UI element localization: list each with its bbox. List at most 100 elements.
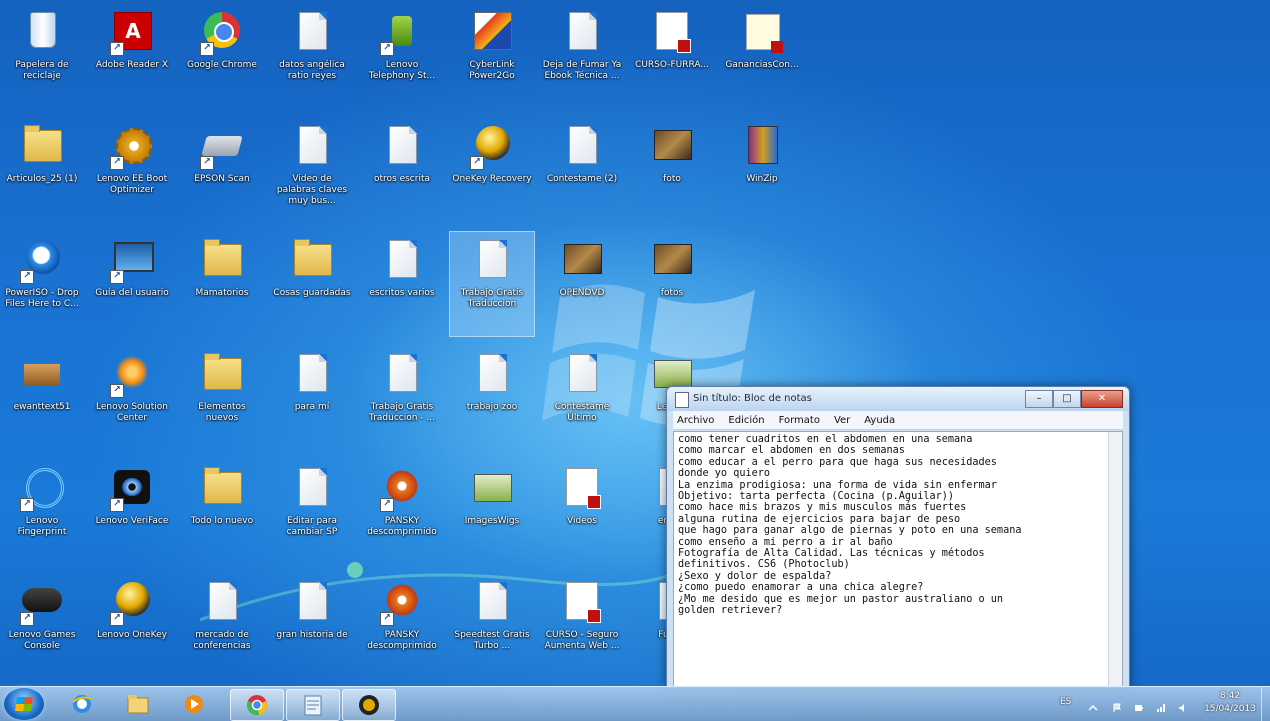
menu-ayuda[interactable]: Ayuda <box>864 415 895 426</box>
start-button[interactable] <box>4 688 44 720</box>
notepad-content[interactable]: como tener cuadritos en el abdomen en un… <box>674 432 1108 686</box>
shortcut-arrow-icon: ↗ <box>110 498 124 512</box>
desktop-icon-label: escritos varios <box>369 288 435 298</box>
desktop-icon-label: Lenovo VeriFace <box>95 516 169 526</box>
menu-edicion[interactable]: Edición <box>728 415 764 426</box>
shortcut-arrow-icon: ↗ <box>110 156 124 170</box>
desktop-icon[interactable]: Editar para cambiar SP <box>270 460 354 564</box>
desktop-icon[interactable]: Mamatorios <box>180 232 264 336</box>
desktop-icon[interactable]: fotos <box>630 232 714 336</box>
doc-glyph <box>299 354 327 392</box>
taskbar-item-internet-explorer[interactable] <box>56 689 108 719</box>
desktop-icon[interactable]: escritos varios <box>360 232 444 336</box>
desktop-icon[interactable]: ↗ Lenovo Games Console <box>0 574 84 678</box>
desktop-icon[interactable]: ↗ Lenovo EE Boot Optimizer <box>90 118 174 222</box>
desktop-icon[interactable]: Contestame Último <box>540 346 624 450</box>
desktop-icon[interactable]: Videos <box>540 460 624 564</box>
desktop-icon-label: Google Chrome <box>187 60 257 70</box>
battery-icon[interactable] <box>1134 698 1144 711</box>
taskbar-item-media-player[interactable] <box>168 689 220 719</box>
taskbar-item-onekey[interactable] <box>342 689 396 721</box>
folder-glyph <box>24 125 62 162</box>
desktop-icon-label: otros escrita <box>373 174 430 184</box>
recycle-glyph <box>30 12 56 48</box>
desktop-icon[interactable]: Elementos nuevos <box>180 346 264 450</box>
clock-date: 15/04/2013 <box>1204 704 1256 714</box>
desktop-icon[interactable]: ImagesWigs <box>450 460 534 564</box>
desktop-icon[interactable]: ↗ PANSKY descomprimido <box>360 460 444 564</box>
desktop-icon[interactable]: Video de palabras claves muy bus... <box>270 118 354 222</box>
desktop-icon-label: Adobe Reader X <box>95 60 169 70</box>
minimize-button[interactable]: – <box>1025 390 1053 408</box>
flag-icon[interactable] <box>1112 698 1122 712</box>
network-icon[interactable] <box>1156 698 1166 712</box>
desktop-icon[interactable]: ↗ Lenovo OneKey <box>90 574 174 678</box>
doc-glyph <box>299 468 327 506</box>
desktop-icon-label: Lenovo OneKey <box>97 630 167 640</box>
desktop-icon[interactable]: ↗ Lenovo Telephony St... <box>360 4 444 108</box>
desktop-icon[interactable]: Todo lo nuevo <box>180 460 264 564</box>
menu-formato[interactable]: Formato <box>779 415 820 426</box>
desktop-icon[interactable]: Deja de Fumar Ya Ebook Técnica ... <box>540 4 624 108</box>
folder-icon <box>200 467 244 512</box>
desktop-icon[interactable]: para mí <box>270 346 354 450</box>
vertical-scrollbar[interactable] <box>1108 432 1122 686</box>
desktop-icon-label: Lenovo Telephony St... <box>368 60 436 81</box>
taskbar-item-google-chrome[interactable] <box>230 689 284 721</box>
desktop-icon[interactable]: trabajo zoo <box>450 346 534 450</box>
doc-icon <box>290 468 334 512</box>
volume-icon[interactable] <box>1178 698 1188 712</box>
maximize-button[interactable]: □ <box>1053 390 1081 408</box>
greencard-icon <box>470 468 514 512</box>
desktop-icon[interactable]: A ↗ Adobe Reader X <box>90 4 174 108</box>
notepad-window[interactable]: Sin título: Bloc de notas – □ ✕ Archivo … <box>666 386 1130 688</box>
desktop-icon-label: Guía del usuario <box>95 288 169 298</box>
language-indicator[interactable]: ES <box>1060 697 1071 707</box>
desktop-icon[interactable]: ↗ PANSKY descomprimido <box>360 574 444 678</box>
desktop-icon[interactable]: ↗ OneKey Recovery <box>450 118 534 222</box>
notepad-titlebar[interactable]: Sin título: Bloc de notas – □ ✕ <box>667 387 1129 411</box>
desktop-icon[interactable]: ↗ Lenovo VeriFace <box>90 460 174 564</box>
desktop-icon[interactable]: mercado de conferencias <box>180 574 264 678</box>
desktop-icon[interactable]: Contestame (2) <box>540 118 624 222</box>
desktop-icon[interactable]: OPENDVD <box>540 232 624 336</box>
desktop-icon[interactable]: otros escrita <box>360 118 444 222</box>
desktop-icon[interactable]: ↗ Lenovo Fingerprint <box>0 460 84 564</box>
orb-glyph <box>116 582 150 616</box>
games-icon: ↗ <box>20 582 64 626</box>
desktop-icon[interactable]: foto <box>630 118 714 222</box>
box-icon <box>20 354 64 398</box>
desktop-icon[interactable]: ewanttext51 <box>0 346 84 450</box>
desktop-icon[interactable]: Articulos_25 (1) <box>0 118 84 222</box>
desktop-icon[interactable]: CyberLink Power2Go <box>450 4 534 108</box>
close-button[interactable]: ✕ <box>1081 390 1123 408</box>
desktop-icon[interactable]: gran historia de <box>270 574 354 678</box>
desktop-icon[interactable]: CURSO-FURRA... <box>630 4 714 108</box>
internet-explorer-icon <box>70 693 94 715</box>
show-desktop-button[interactable] <box>1261 687 1270 721</box>
orb-icon: ↗ <box>110 582 154 626</box>
desktop-icon[interactable]: GananciasCon... <box>720 4 804 108</box>
desktop-icon[interactable]: ↗ Google Chrome <box>180 4 264 108</box>
desktop-icon[interactable]: Trabajo Gratis Traduccion - ... <box>360 346 444 450</box>
desktop-icon[interactable]: WinZip <box>720 118 804 222</box>
taskbar-item-notepad[interactable] <box>286 689 340 721</box>
taskbar-item-windows-explorer[interactable] <box>112 689 164 719</box>
desktop-icon[interactable]: datos angélica ratio reyes <box>270 4 354 108</box>
menu-ver[interactable]: Ver <box>834 415 850 426</box>
tray-chevron-icon[interactable] <box>1088 698 1098 711</box>
desktop-icon[interactable]: Speedtest Gratis Turbo ... <box>450 574 534 678</box>
desktop-icon[interactable]: Trabajo Gratis Traduccion <box>449 231 535 337</box>
desktop-icon[interactable]: ↗ PowerISO - Drop Files Here to C... <box>0 232 84 336</box>
notepad-text-area[interactable]: como tener cuadritos en el abdomen en un… <box>673 431 1123 687</box>
desktop-icon-label: Trabajo Gratis Traduccion <box>460 288 524 309</box>
shortcut-arrow-icon: ↗ <box>470 156 484 170</box>
desktop-icon[interactable]: Papelera de reciclaje <box>0 4 84 108</box>
desktop-icon[interactable]: ↗ Lenovo Solution Center <box>90 346 174 450</box>
desktop-icon[interactable]: CURSO - Seguro Aumenta Web ... <box>540 574 624 678</box>
menu-archivo[interactable]: Archivo <box>677 415 714 426</box>
desktop-icon[interactable]: ↗ Guía del usuario <box>90 232 174 336</box>
desktop-icon[interactable]: Cosas guardadas <box>270 232 354 336</box>
clock[interactable]: 8:42 15/04/2013 <box>1200 690 1260 716</box>
desktop-icon[interactable]: ↗ EPSON Scan <box>180 118 264 222</box>
